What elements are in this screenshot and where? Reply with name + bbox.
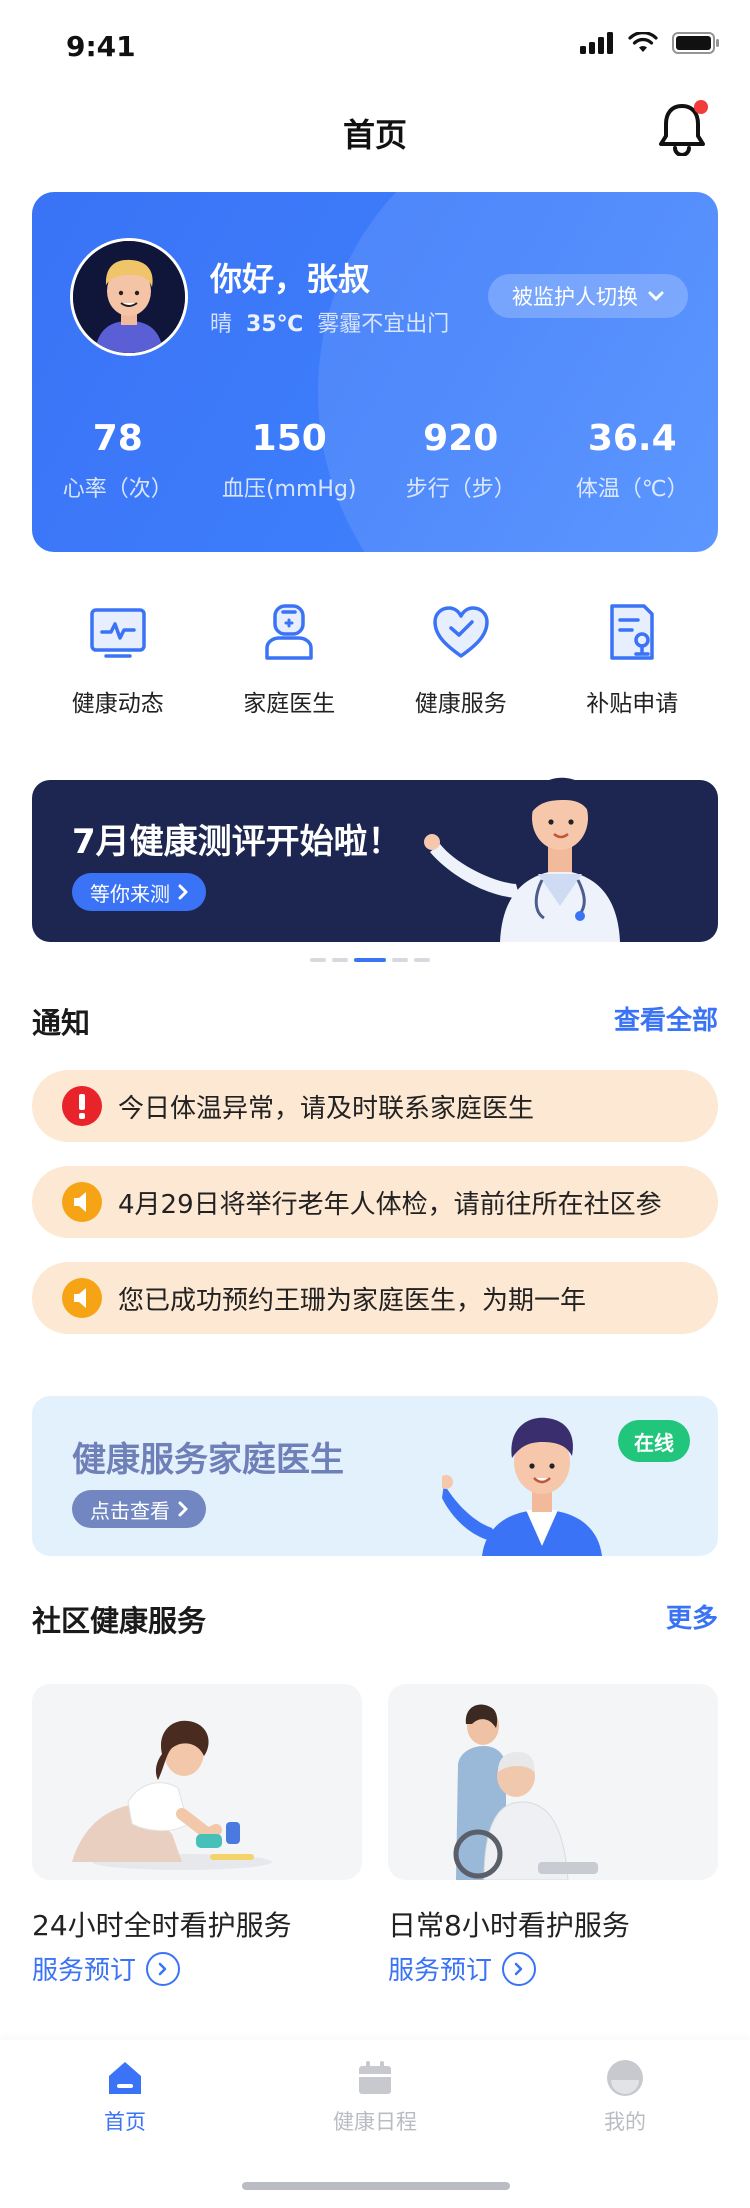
avatar[interactable] — [70, 238, 188, 356]
arrow-circle-icon — [502, 1951, 537, 1986]
chevron-down-icon — [648, 291, 664, 301]
view-all-link[interactable]: 查看全部 — [614, 1000, 718, 1037]
doctor-icon — [265, 604, 313, 660]
greeting: 你好，张叔 — [210, 260, 371, 298]
status-time: 9:41 — [66, 30, 136, 63]
page-title: 首页 — [342, 116, 407, 154]
speaker-icon — [62, 1182, 102, 1222]
quick-menu: 健康动态 家庭医生 健康服务 补贴申请 — [32, 600, 718, 718]
carousel-dot[interactable] — [414, 958, 430, 962]
home-icon — [109, 2062, 141, 2094]
profile-icon — [607, 2060, 643, 2096]
health-trend-icon — [90, 608, 146, 658]
stat-temperature[interactable]: 36.4 体温（℃） — [547, 418, 719, 503]
notification-badge — [694, 100, 708, 114]
notification-item[interactable]: 您已成功预约王珊为家庭医生，为期一年 — [32, 1262, 718, 1334]
wifi-icon — [628, 32, 658, 52]
notification-text: 您已成功预约王珊为家庭医生，为期一年 — [118, 1285, 587, 1316]
view-doctor-button[interactable]: 点击查看 — [72, 1490, 206, 1528]
stat-label: 步行（步） — [405, 477, 516, 502]
signal-icon — [580, 32, 613, 54]
notification-text: 4月29日将举行老年人体检，请前往所在社区参 — [118, 1189, 662, 1220]
online-badge: 在线 — [618, 1420, 690, 1462]
tab-label: 首页 — [104, 2110, 146, 2134]
caregiver-wheelchair-photo — [388, 1684, 718, 1880]
stat-blood-pressure[interactable]: 150 血压(mmHg) — [204, 418, 376, 503]
notification-item[interactable]: 4月29日将举行老年人体检，请前往所在社区参 — [32, 1166, 718, 1238]
heart-icon — [433, 606, 489, 658]
arrow-circle-icon — [146, 1951, 181, 1986]
alert-icon — [62, 1086, 102, 1126]
stat-heart-rate[interactable]: 78 心率（次） — [32, 418, 204, 503]
subsidy-icon — [610, 604, 654, 660]
profile-card: 你好，张叔 晴 35℃ 雾霾不宜出门 被监护人切换 78 心率（次） 150 血… — [32, 192, 718, 552]
stat-steps[interactable]: 920 步行（步） — [375, 418, 547, 503]
quick-label: 家庭医生 — [243, 691, 336, 717]
service-book-link[interactable]: 服务预订 — [388, 1950, 537, 1987]
service-name: 24小时全时看护服务 — [32, 1909, 292, 1942]
doctor-avatar-illustration — [442, 1417, 602, 1556]
stat-value: 920 — [423, 418, 499, 459]
family-doctor-card[interactable]: 健康服务家庭医生 点击查看 — [32, 1396, 718, 1556]
weather-info: 晴 35℃ 雾霾不宜出门 — [210, 306, 449, 338]
more-link[interactable]: 更多 — [666, 1598, 718, 1635]
caregiver-cleaning-photo — [32, 1684, 362, 1880]
weather-condition: 晴 — [210, 312, 233, 337]
calendar-icon — [359, 2061, 391, 2094]
tab-label: 我的 — [604, 2110, 646, 2134]
quick-item-health-service[interactable]: 健康服务 — [375, 600, 547, 718]
banner-button-label: 等你来测 — [90, 881, 170, 906]
banner-button[interactable]: 等你来测 — [72, 873, 206, 911]
tab-home[interactable]: 首页 — [0, 2058, 250, 2136]
carousel-indicator — [310, 958, 430, 962]
family-doctor-title: 健康服务家庭医生 — [72, 1440, 344, 1480]
switch-ward-label: 被监护人切换 — [512, 285, 638, 309]
switch-ward-button[interactable]: 被监护人切换 — [488, 274, 688, 318]
stat-value: 78 — [92, 418, 143, 459]
chevron-right-icon — [178, 1501, 188, 1517]
carousel-dot[interactable] — [332, 958, 348, 962]
view-doctor-label: 点击查看 — [90, 1498, 170, 1523]
tab-health-schedule[interactable]: 健康日程 — [250, 2058, 500, 2136]
speaker-icon — [62, 1278, 102, 1318]
stat-value: 36.4 — [587, 418, 677, 459]
quick-item-family-doctor[interactable]: 家庭医生 — [204, 600, 376, 718]
banner-title: 7月健康测评开始啦！ — [72, 822, 402, 862]
tab-label: 健康日程 — [333, 2110, 417, 2134]
home-indicator[interactable] — [242, 2182, 510, 2190]
doctor-illustration — [424, 777, 620, 942]
service-card-image[interactable] — [32, 1684, 362, 1880]
service-book-link[interactable]: 服务预订 — [32, 1950, 181, 1987]
battery-icon — [672, 32, 719, 54]
service-name: 日常8小时看护服务 — [388, 1909, 630, 1942]
service-book-label: 服务预订 — [32, 1956, 137, 1986]
notification-item[interactable]: 今日体温异常，请及时联系家庭医生 — [32, 1070, 718, 1142]
status-icons — [580, 32, 720, 54]
stat-label: 心率（次） — [62, 477, 173, 502]
carousel-dot-active[interactable] — [354, 958, 386, 962]
stat-value: 150 — [251, 418, 327, 459]
quick-label: 健康服务 — [414, 691, 507, 717]
weather-note: 雾霾不宜出门 — [317, 312, 450, 337]
notifications-title: 通知 — [32, 1006, 91, 1040]
stat-label: 体温（℃） — [575, 477, 689, 502]
carousel-dot[interactable] — [392, 958, 408, 962]
quick-label: 补贴申请 — [586, 691, 679, 717]
quick-item-subsidy[interactable]: 补贴申请 — [547, 600, 719, 718]
chevron-right-icon — [178, 884, 188, 900]
service-book-label: 服务预订 — [388, 1956, 493, 1986]
notification-text: 今日体温异常，请及时联系家庭医生 — [118, 1093, 535, 1124]
carousel-dot[interactable] — [310, 958, 326, 962]
service-card-image[interactable] — [388, 1684, 718, 1880]
weather-temperature: 35℃ — [246, 312, 304, 337]
quick-item-health-trend[interactable]: 健康动态 — [32, 600, 204, 718]
health-stats: 78 心率（次） 150 血压(mmHg) 920 步行（步） 36.4 体温（… — [32, 418, 718, 503]
tab-profile[interactable]: 我的 — [500, 2058, 750, 2136]
community-title: 社区健康服务 — [32, 1604, 207, 1638]
quick-label: 健康动态 — [71, 691, 164, 717]
stat-label: 血压(mmHg) — [221, 477, 357, 502]
